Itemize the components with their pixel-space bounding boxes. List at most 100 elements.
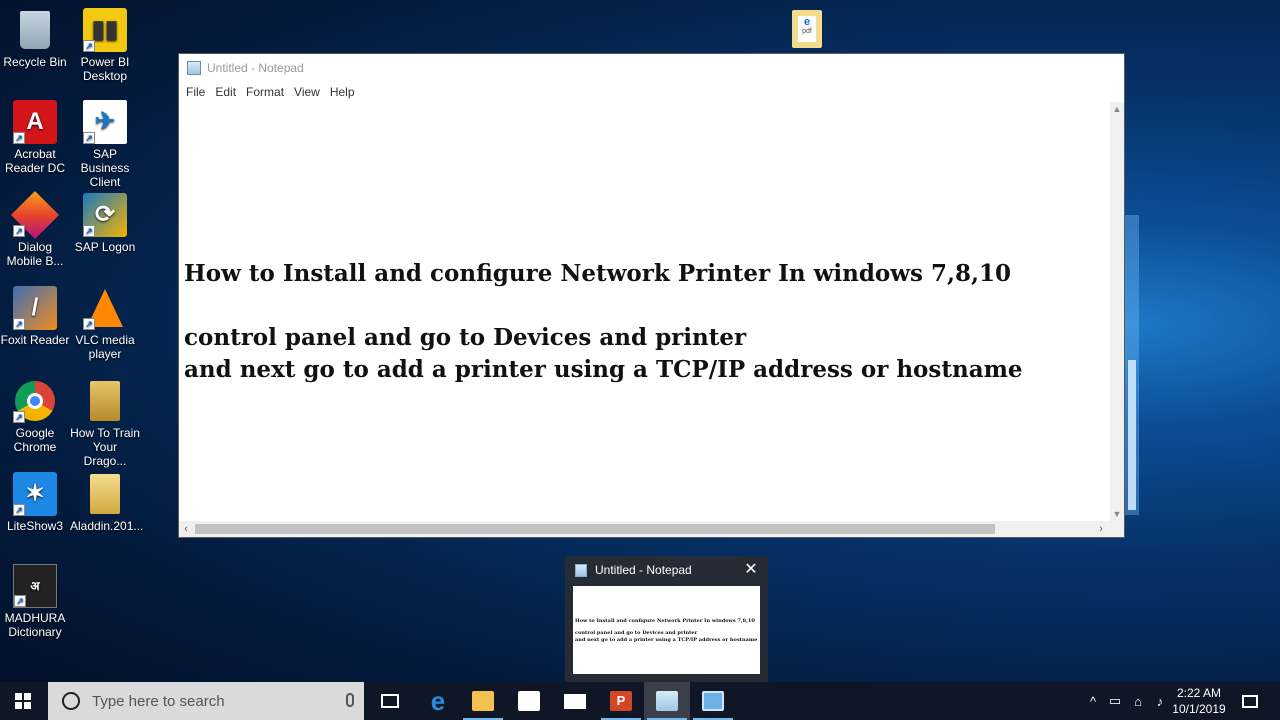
desktop-icon-label: Power BI Desktop [80, 55, 130, 83]
menu-help[interactable]: Help [325, 85, 360, 99]
close-icon[interactable]: ✕ [742, 561, 760, 579]
desktop-icon-recycle-bin[interactable]: Recycle Bin [0, 8, 70, 69]
task-view-icon [381, 694, 399, 708]
taskbar-task-view[interactable] [367, 682, 413, 720]
battery-icon[interactable]: ▭ [1103, 693, 1127, 709]
system-tray: ^ ▭ ⌂ ♪ [1083, 682, 1171, 720]
taskbar: Type here to search e P ^ ▭ ⌂ ♪ 2:22 AM … [0, 682, 1280, 720]
desktop-icon-acrobat[interactable]: A ↗ Acrobat Reader DC [0, 100, 70, 175]
horizontal-scroll-thumb[interactable] [195, 524, 995, 534]
dialog-mobile-icon: ↗ [10, 190, 60, 240]
notepad-text-area[interactable]: How to Install and configure Network Pri… [179, 102, 1110, 521]
desktop-icon-label: Recycle Bin [3, 55, 67, 69]
desktop-icon-vlc[interactable]: ↗ VLC media player [70, 286, 140, 361]
madhura-dictionary-icon: अ ↗ [13, 564, 57, 608]
pdf-edge-file-icon: e pdf [798, 16, 816, 42]
desktop-icon-pdf-file[interactable]: e pdf [792, 10, 822, 48]
desktop-icon-foxit-reader[interactable]: / ↗ Foxit Reader [0, 286, 70, 347]
desktop-icon-label: How To Train Your Drago... [70, 426, 140, 468]
preview-titlebar: Untitled - Notepad [565, 556, 768, 584]
menu-view[interactable]: View [289, 85, 325, 99]
menu-format[interactable]: Format [241, 85, 289, 99]
horizontal-scrollbar[interactable]: ‹ › [179, 521, 1110, 537]
wallpaper-light-beam [1128, 360, 1136, 510]
chrome-icon: ↗ [13, 379, 57, 423]
taskbar-file-explorer[interactable] [460, 682, 506, 720]
desktop-icon-label: Google Chrome [13, 426, 57, 454]
desktop-icon-label: Acrobat Reader DC [4, 147, 66, 175]
desktop-icon-dialog-mobile[interactable]: ↗ Dialog Mobile B... [0, 190, 70, 268]
taskbar-notepad[interactable] [644, 682, 690, 720]
clock-date: 10/1/2019 [1172, 702, 1226, 716]
powerpoint-icon: P [610, 691, 632, 711]
app-window-icon [702, 691, 724, 711]
clock-time: 2:22 AM [1176, 686, 1222, 700]
menu-file[interactable]: File [181, 85, 210, 99]
desktop-icon-label: LiteShow3 [6, 519, 64, 533]
action-center-button[interactable] [1238, 682, 1262, 720]
desktop-icon-sap-business-client[interactable]: ✈ ↗ SAP Business Client [70, 100, 140, 189]
notepad-icon [656, 691, 678, 711]
microphone-icon[interactable] [346, 693, 354, 707]
mail-icon [564, 693, 586, 709]
desktop-icon-label: SAP Business Client [80, 147, 130, 189]
search-placeholder: Type here to search [92, 692, 225, 710]
show-hidden-icons-chevron-icon[interactable]: ^ [1083, 694, 1103, 709]
text-line: How to Install and configure Network Pri… [184, 260, 1012, 287]
notepad-icon [575, 563, 587, 577]
taskbar-powerpoint[interactable]: P [598, 682, 644, 720]
folder-icon [83, 379, 127, 423]
desktop-icon-madhura-dictionary[interactable]: अ ↗ MADHURA Dictionary [0, 564, 70, 639]
text-line: and next go to add a printer using a TCP… [184, 356, 1023, 383]
desktop-icon-label: MADHURA Dictionary [4, 611, 66, 639]
scroll-up-arrow-icon[interactable]: ▲ [1110, 102, 1124, 116]
sap-business-client-icon: ✈ ↗ [83, 100, 127, 144]
scroll-right-arrow-icon[interactable]: › [1094, 521, 1108, 537]
liteshow-icon: ✶ ↗ [13, 472, 57, 516]
taskbar-mail[interactable] [552, 682, 598, 720]
desktop-icon-power-bi[interactable]: ▮▮ ↗ Power BI Desktop [70, 8, 140, 83]
start-button[interactable] [0, 682, 46, 720]
preview-text-line: control panel and go to Devices and prin… [575, 630, 698, 636]
menu-edit[interactable]: Edit [210, 85, 241, 99]
taskbar-thumbnail-preview[interactable]: Untitled - Notepad ✕ How to Install and … [565, 556, 768, 682]
desktop-icon-liteshow[interactable]: ✶ ↗ LiteShow3 [0, 472, 70, 533]
preview-thumbnail[interactable]: How to Install and configure Network Pri… [573, 586, 760, 674]
desktop-icon-how-to-train[interactable]: How To Train Your Drago... [70, 379, 140, 468]
notepad-icon [187, 61, 201, 75]
search-box[interactable]: Type here to search [48, 682, 364, 720]
folder-icon [83, 472, 127, 516]
desktop-icon-label: Aladdin.201... [70, 519, 144, 533]
preview-title: Untitled - Notepad [595, 563, 692, 577]
desktop-icon-label: Foxit Reader [0, 333, 70, 347]
desktop-icon-aladdin[interactable]: Aladdin.201... [70, 472, 144, 533]
vertical-scrollbar[interactable]: ▲ ▼ [1110, 102, 1124, 521]
foxit-reader-icon: / ↗ [13, 286, 57, 330]
sap-logon-icon: ⟳ ↗ [83, 193, 127, 237]
vlc-icon: ↗ [83, 286, 127, 330]
volume-icon[interactable]: ♪ [1149, 694, 1171, 709]
clock[interactable]: 2:22 AM 10/1/2019 [1170, 685, 1228, 717]
notepad-window[interactable]: Untitled - Notepad File Edit Format View… [178, 53, 1125, 538]
desktop-icon-sap-logon[interactable]: ⟳ ↗ SAP Logon [70, 193, 140, 254]
scroll-left-arrow-icon[interactable]: ‹ [179, 521, 193, 537]
power-bi-icon: ▮▮ ↗ [83, 8, 127, 52]
desktop-icon-label: SAP Logon [74, 240, 136, 254]
desktop-icon-label: VLC media player [75, 333, 135, 361]
notepad-title: Untitled - Notepad [207, 61, 304, 75]
cortana-icon [62, 692, 80, 710]
resize-grip[interactable] [1110, 521, 1124, 537]
taskbar-app-window[interactable] [690, 682, 736, 720]
acrobat-icon: A ↗ [13, 100, 57, 144]
desktop-icon-google-chrome[interactable]: ↗ Google Chrome [0, 379, 70, 454]
scroll-down-arrow-icon[interactable]: ▼ [1110, 507, 1124, 521]
desktop-icon-label: Dialog Mobile B... [6, 240, 64, 268]
notification-icon [1242, 694, 1258, 708]
notepad-menubar: File Edit Format View Help [179, 82, 1124, 102]
taskbar-edge[interactable]: e [415, 682, 461, 720]
network-icon[interactable]: ⌂ [1127, 694, 1149, 709]
file-explorer-icon [472, 691, 494, 711]
notepad-titlebar[interactable]: Untitled - Notepad [179, 54, 1124, 82]
taskbar-store[interactable] [506, 682, 552, 720]
store-icon [518, 691, 540, 711]
